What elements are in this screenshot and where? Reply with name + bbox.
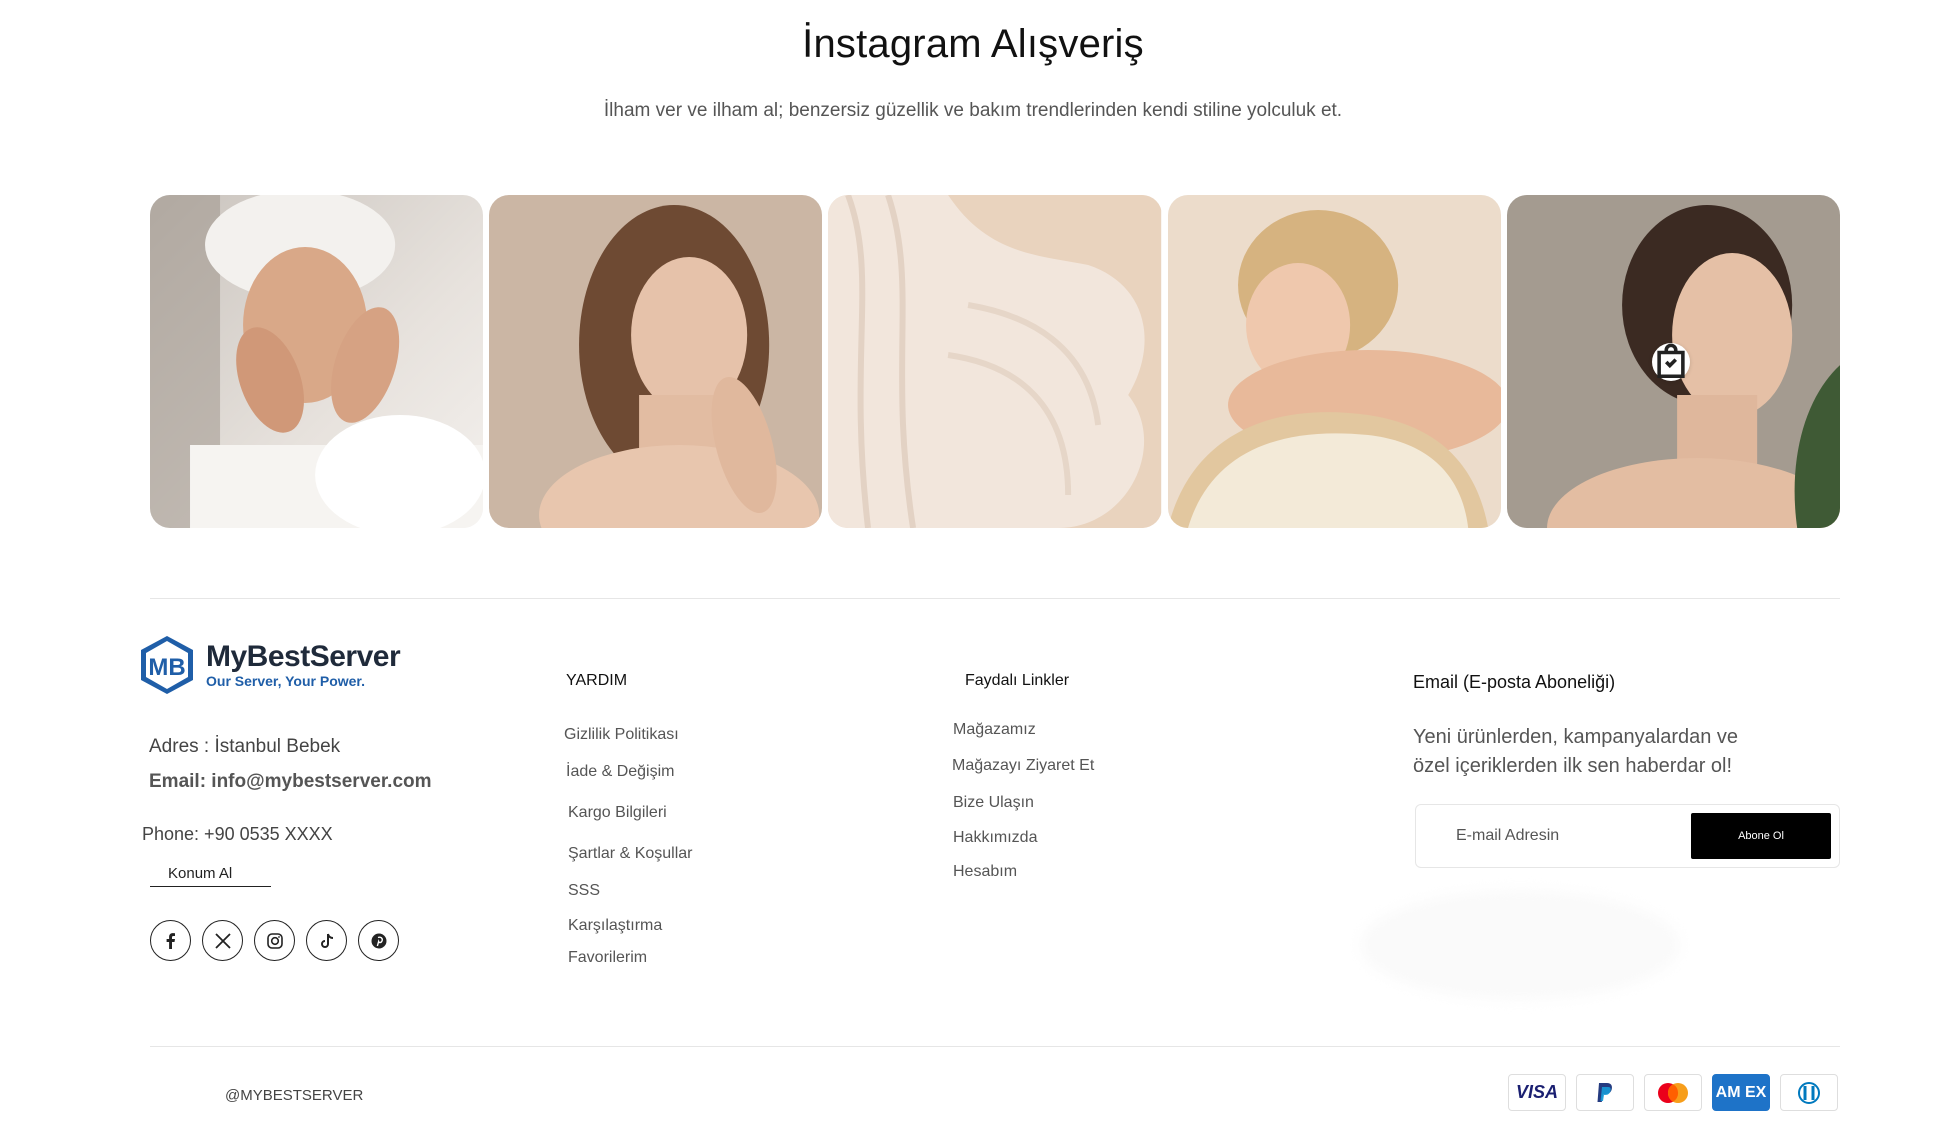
newsletter-description: Yeni ürünlerden, kampanyalardan ve özel … (1413, 726, 1739, 777)
facebook-link[interactable] (150, 920, 191, 961)
useful-link-contact[interactable]: Bize Ulaşın (953, 794, 1034, 812)
instagram-section-subtitle: İlham ver ve ilham al; benzersiz güzelli… (603, 100, 1343, 121)
brand-tagline: Our Server, Your Power. (206, 673, 365, 689)
x-link[interactable] (202, 920, 243, 961)
paypal-icon (1597, 1082, 1612, 1102)
instagram-post-5[interactable] (1506, 195, 1841, 528)
svg-text:MB: MB (148, 654, 185, 681)
brand-logo[interactable]: MB MyBestServer Our Server, Your Power. (136, 634, 401, 696)
help-link-returns[interactable]: İade & Değişim (566, 763, 675, 781)
newsletter-email-input[interactable] (1456, 827, 1676, 845)
cream-texture-photo (828, 195, 1162, 528)
footer-bottom-divider (150, 1046, 1840, 1047)
tiktok-link[interactable] (306, 920, 347, 961)
help-link-faq[interactable]: SSS (568, 882, 600, 900)
instagram-post-3[interactable] (828, 195, 1162, 528)
help-link-shipping[interactable]: Kargo Bilgileri (568, 804, 667, 822)
newsletter-heading: Email (E-posta Aboneliği) (1413, 672, 1616, 692)
visa-icon: VISA (1515, 1082, 1558, 1102)
background-haze (1360, 890, 1680, 1000)
amex-icon: AM EX (1715, 1083, 1767, 1101)
tiktok-icon (320, 933, 333, 948)
useful-link-account[interactable]: Hesabım (953, 863, 1017, 881)
instagram-post-2[interactable] (489, 195, 823, 528)
help-link-compare[interactable]: Karşılaştırma (568, 917, 662, 935)
contact-phone[interactable]: Phone: +90 0535 XXXX (142, 824, 333, 845)
amex-payment-badge: AM EX (1712, 1074, 1770, 1111)
contact-email[interactable]: Email: info@mybestserver.com (149, 771, 432, 793)
visa-payment-badge: VISA (1508, 1074, 1566, 1111)
diners-payment-badge (1780, 1074, 1838, 1111)
footer-top-divider (150, 598, 1840, 599)
copyright-text: @MYBESTSERVER (225, 1087, 364, 1104)
brand-name: MyBestServer (206, 640, 401, 673)
server-logo-icon: MB (141, 636, 193, 694)
subscribe-button[interactable]: Abone Ol (1691, 813, 1831, 859)
x-icon (214, 932, 231, 949)
instagram-icon (266, 932, 283, 949)
payment-methods: VISA AM EX (1508, 1074, 1838, 1111)
facebook-icon (166, 932, 175, 949)
social-links (150, 920, 399, 961)
blonde-woman-photo (1167, 195, 1501, 528)
useful-link-about[interactable]: Hakkımızda (953, 829, 1037, 847)
shop-product-button[interactable] (1651, 343, 1690, 381)
diners-club-icon (1798, 1081, 1820, 1104)
woman-portrait-photo (489, 195, 823, 528)
instagram-link[interactable] (254, 920, 295, 961)
mastercard-payment-badge (1644, 1074, 1702, 1111)
instagram-post-1[interactable] (150, 195, 484, 528)
pinterest-icon (371, 933, 386, 948)
useful-link-visit-store[interactable]: Mağazayı Ziyaret Et (952, 757, 1094, 775)
shopping-bag-icon (1657, 343, 1685, 379)
newsletter-form: Abone Ol (1415, 804, 1840, 868)
instagram-gallery (150, 195, 1841, 528)
help-heading: YARDIM (566, 672, 628, 689)
help-link-favorites[interactable]: Favorilerim (568, 949, 647, 967)
contact-address: Adres : İstanbul Bebek (149, 736, 341, 757)
skincare-towel-photo (150, 195, 484, 528)
instagram-post-4[interactable] (1167, 195, 1501, 528)
get-location-link[interactable]: Konum Al (150, 865, 271, 887)
useful-links-heading: Faydalı Linkler (965, 672, 1070, 689)
instagram-section-title: İnstagram Alışveriş (802, 22, 1144, 66)
help-link-terms[interactable]: Şartlar & Koşullar (568, 845, 693, 863)
pinterest-link[interactable] (358, 920, 399, 961)
paypal-payment-badge (1576, 1074, 1634, 1111)
mastercard-icon (1658, 1082, 1688, 1103)
useful-link-store[interactable]: Mağazamız (953, 721, 1036, 739)
help-link-privacy[interactable]: Gizlilik Politikası (564, 726, 679, 744)
